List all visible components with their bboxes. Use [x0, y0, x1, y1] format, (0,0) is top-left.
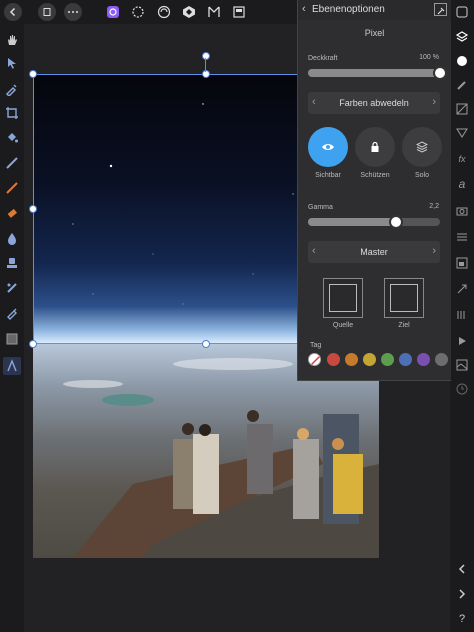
channel-picker[interactable]: ‹ Master › — [308, 241, 440, 263]
tag-color-4[interactable] — [381, 353, 394, 366]
blend-mode-next-icon[interactable]: › — [432, 96, 436, 108]
document-icon[interactable] — [38, 3, 56, 21]
macro-icon[interactable] — [453, 332, 471, 350]
layer-options-panel: ‹ Ebenenoptionen Pixel Deckkraft 100 % ‹… — [297, 0, 451, 381]
tag-color-7[interactable] — [435, 353, 448, 366]
tag-color-3[interactable] — [363, 353, 376, 366]
tag-color-5[interactable] — [399, 353, 412, 366]
dodge-brush-tool-icon[interactable] — [3, 229, 21, 247]
color-icon[interactable] — [453, 52, 471, 70]
tag-color-6[interactable] — [417, 353, 430, 366]
help-icon[interactable] — [453, 3, 471, 21]
layers-icon[interactable] — [453, 28, 471, 46]
visible-toggle[interactable] — [308, 127, 348, 167]
tag-color-2[interactable] — [345, 353, 358, 366]
panel-title: Ebenenoptionen — [312, 4, 385, 15]
navigator-icon[interactable] — [453, 254, 471, 272]
selection-handle-top-left[interactable] — [29, 70, 37, 78]
clone-brush-tool-icon[interactable] — [3, 254, 21, 272]
solo-toggle[interactable] — [402, 127, 442, 167]
text-styles-icon[interactable]: a — [453, 175, 471, 193]
export-persona-icon[interactable] — [205, 3, 223, 21]
liquify-persona-icon[interactable] — [129, 3, 147, 21]
crop-tool-icon[interactable] — [3, 104, 21, 122]
camera-icon[interactable] — [453, 202, 471, 220]
color-picker-tool-icon[interactable] — [3, 80, 21, 98]
pen-tool-icon[interactable] — [3, 304, 21, 322]
erase-brush-tool-icon[interactable] — [3, 204, 21, 222]
rotation-handle-line — [205, 58, 206, 72]
channels-icon[interactable] — [453, 228, 471, 246]
panel-header: ‹ Ebenenoptionen — [298, 0, 451, 20]
selection-brush-tool-icon[interactable] — [3, 154, 21, 172]
tone-mapping-persona-icon[interactable] — [180, 3, 198, 21]
blend-mode-picker[interactable]: ‹ Farben abwedeln › — [308, 92, 440, 114]
gamma-slider-knob[interactable] — [389, 215, 404, 229]
effects-icon[interactable]: fx — [453, 150, 471, 168]
tag-label: Tag — [310, 342, 322, 349]
panel-back-icon[interactable]: ‹ — [302, 3, 306, 15]
history-icon[interactable] — [453, 306, 471, 324]
gamma-slider-fill — [308, 218, 397, 226]
source-range-box[interactable] — [323, 278, 363, 318]
eye-icon — [322, 144, 334, 150]
opacity-slider[interactable] — [308, 66, 447, 80]
opacity-label: Deckkraft — [308, 55, 338, 62]
hand-tool-icon[interactable] — [3, 31, 21, 49]
redo-icon[interactable] — [453, 585, 471, 603]
stock-icon[interactable] — [453, 380, 471, 398]
selection-handle-top[interactable] — [202, 70, 210, 78]
pin-icon[interactable] — [434, 3, 447, 16]
right-studio-bar: fx a ? — [450, 0, 474, 632]
rectangle-tool-icon[interactable] — [3, 330, 21, 348]
opacity-value: 100 % — [419, 54, 439, 61]
blend-mode-value: Farben abwedeln — [339, 98, 409, 108]
stack-icon — [416, 141, 428, 153]
channel-value: Master — [360, 247, 388, 257]
channel-next-icon[interactable]: › — [432, 245, 436, 257]
selection-handle-bottom[interactable] — [202, 340, 210, 348]
layer-type-label: Pixel — [364, 28, 385, 38]
back-icon[interactable] — [4, 3, 22, 21]
flood-fill-tool-icon[interactable] — [3, 129, 21, 147]
gamma-slider[interactable] — [308, 215, 440, 229]
lock-icon — [371, 141, 379, 152]
tag-none[interactable] — [308, 353, 321, 366]
selection-handle-bottom-left[interactable] — [29, 340, 37, 348]
more-icon[interactable] — [64, 3, 82, 21]
photo-persona-icon[interactable] — [104, 3, 122, 21]
filters-icon[interactable] — [453, 124, 471, 142]
transform-icon[interactable] — [453, 280, 471, 298]
opacity-slider-knob[interactable] — [433, 66, 447, 80]
help-question-icon[interactable]: ? — [453, 610, 471, 628]
healing-brush-tool-icon[interactable] — [3, 279, 21, 297]
snapshots-icon[interactable] — [453, 356, 471, 374]
artistic-text-tool-icon[interactable] — [3, 357, 21, 375]
tag-color-1[interactable] — [327, 353, 340, 366]
solo-label: Solo — [414, 172, 429, 179]
target-range-box[interactable] — [384, 278, 424, 318]
undo-icon[interactable] — [453, 560, 471, 578]
opacity-slider-fill — [308, 69, 440, 77]
brushes-icon[interactable] — [453, 76, 471, 94]
paint-brush-tool-icon[interactable] — [3, 179, 21, 197]
left-toolbar — [0, 24, 24, 632]
protect-toggle[interactable] — [355, 127, 395, 167]
develop-persona-icon[interactable] — [155, 3, 173, 21]
batch-icon[interactable] — [230, 3, 248, 21]
selection-handle-left[interactable] — [29, 205, 37, 213]
gamma-value: 2,2 — [429, 203, 439, 210]
move-tool-icon[interactable] — [3, 54, 21, 72]
gamma-label: Gamma — [308, 204, 333, 211]
adjustments-icon[interactable] — [453, 100, 471, 118]
rotation-handle[interactable] — [202, 52, 210, 60]
source-label: Quelle — [332, 322, 354, 329]
target-label: Ziel — [398, 322, 410, 329]
